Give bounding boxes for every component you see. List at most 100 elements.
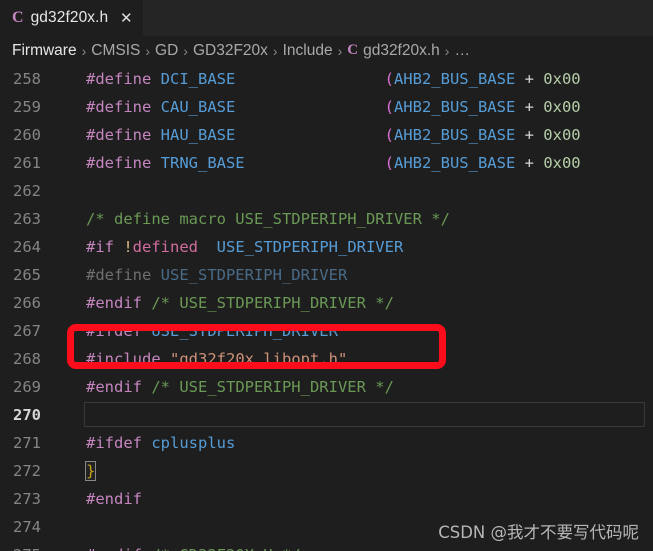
code-line[interactable]: 270 xyxy=(0,401,653,429)
line-number: 267 xyxy=(13,322,41,340)
code-token: /* define macro USE_STDPERIPH_DRIVER */ xyxy=(86,210,450,228)
code-token: #define xyxy=(86,126,161,144)
code-token: #if xyxy=(86,238,124,256)
line-number: 266 xyxy=(13,294,41,312)
c-file-icon: C xyxy=(12,9,24,26)
line-content: #define USE_STDPERIPH_DRIVER xyxy=(86,261,347,289)
editor-tab-gd32f20x-h[interactable]: C gd32f20x.h ✕ xyxy=(0,0,144,36)
code-token: DCI_BASE xyxy=(160,70,236,88)
code-token: 0x00 xyxy=(543,98,581,116)
line-content: #endif xyxy=(86,485,142,513)
line-content: #ifdef USE_STDPERIPH_DRIVER xyxy=(86,317,338,345)
code-token: + xyxy=(515,154,544,172)
breadcrumb-item-include[interactable]: Include xyxy=(283,42,333,60)
c-file-icon: C xyxy=(347,42,359,58)
code-token: #define xyxy=(86,98,161,116)
line-number: 275 xyxy=(0,541,41,551)
line-content: /* define macro USE_STDPERIPH_DRIVER */ xyxy=(86,205,450,233)
line-number: 268 xyxy=(13,350,41,368)
code-line[interactable]: 269 #endif /* USE_STDPERIPH_DRIVER */ xyxy=(0,373,653,401)
line-number: 271 xyxy=(13,434,41,452)
code-line[interactable]: 259 #define CAU_BASE (AHB2_BUS_BASE + 0x0… xyxy=(0,93,653,121)
line-content: #ifdef cplusplus xyxy=(86,429,235,457)
code-token: #endif xyxy=(86,378,152,396)
line-content: #endif /* USE_STDPERIPH_DRIVER */ xyxy=(86,373,394,401)
line-content: #define HAU_BASE (AHB2_BUS_BASE + 0x00 xyxy=(86,121,581,149)
code-token: AHB2_BUS_BASE xyxy=(393,98,516,116)
code-line[interactable]: 272} xyxy=(0,457,653,485)
breadcrumb-item-firmware[interactable]: Firmware xyxy=(12,42,77,60)
code-line[interactable]: 275 #endif /* GD32F20X_H */ xyxy=(0,541,653,551)
code-token: 0x00 xyxy=(543,70,581,88)
line-content: #include "gd32f20x_libopt.h" xyxy=(86,345,347,373)
line-number: 269 xyxy=(13,378,41,396)
line-content: #endif /* GD32F20X_H */ xyxy=(86,541,301,551)
code-line[interactable]: 264 #if !defined USE_STDPERIPH_DRIVER xyxy=(0,233,653,261)
line-number: 259 xyxy=(13,98,41,116)
breadcrumb-item-gd[interactable]: GD xyxy=(155,42,178,60)
code-line[interactable]: 271 #ifdef cplusplus xyxy=(0,429,653,457)
code-token: #ifdef xyxy=(86,322,152,340)
breadcrumb-item-cmsis[interactable]: CMSIS xyxy=(91,42,140,60)
code-token: #endif xyxy=(86,490,142,508)
code-token: + xyxy=(515,126,544,144)
code-line[interactable]: 265 #define USE_STDPERIPH_DRIVER xyxy=(0,261,653,289)
code-token: ( xyxy=(384,126,394,144)
breadcrumb-item-file[interactable]: gd32f20x.h xyxy=(363,42,440,60)
line-number: 263 xyxy=(13,210,41,228)
line-number: 258 xyxy=(13,70,41,88)
chevron-right-icon: › xyxy=(337,42,343,59)
code-token: ( xyxy=(384,98,394,116)
code-line[interactable]: 273 #endif xyxy=(0,485,653,513)
code-token: defined xyxy=(132,238,198,256)
code-token: #define xyxy=(86,266,161,284)
code-token: cplusplus xyxy=(151,434,236,452)
editor-tab-bar: C gd32f20x.h ✕ xyxy=(0,0,653,36)
line-content: #define DCI_BASE (AHB2_BUS_BASE + 0x00 xyxy=(86,65,581,93)
code-token: AHB2_BUS_BASE xyxy=(393,154,516,172)
vscode-editor-window: C gd32f20x.h ✕ Firmware › CMSIS › GD › G… xyxy=(0,0,653,551)
code-token: #ifdef xyxy=(86,434,152,452)
close-icon[interactable]: ✕ xyxy=(119,11,133,26)
code-line[interactable]: 258 #define DCI_BASE (AHB2_BUS_BASE + 0x0… xyxy=(0,65,653,93)
line-content: } xyxy=(84,457,97,485)
code-token: ( xyxy=(384,70,394,88)
line-number: 272 xyxy=(13,462,41,480)
code-token: USE_STDPERIPH_DRIVER xyxy=(151,322,338,340)
code-line[interactable]: 267 #ifdef USE_STDPERIPH_DRIVER xyxy=(0,317,653,345)
chevron-right-icon: › xyxy=(145,42,151,59)
line-number: 261 xyxy=(13,154,41,172)
code-token: USE_STDPERIPH_DRIVER xyxy=(216,238,404,256)
code-token: "gd32f20x_libopt.h" xyxy=(170,350,348,368)
code-token: + xyxy=(515,98,544,116)
code-line[interactable]: 274 xyxy=(0,513,653,541)
chevron-right-icon: › xyxy=(444,42,450,59)
code-line[interactable]: 268 #include "gd32f20x_libopt.h" xyxy=(0,345,653,373)
code-line[interactable]: 262 xyxy=(0,177,653,205)
breadcrumb-item-gd32f20x[interactable]: GD32F20x xyxy=(193,42,268,60)
line-number: 274 xyxy=(13,518,41,536)
code-token: #include xyxy=(86,350,170,368)
code-line[interactable]: 261 #define TRNG_BASE (AHB2_BUS_BASE + 0x… xyxy=(0,149,653,177)
code-line[interactable]: 263 /* define macro USE_STDPERIPH_DRIVER … xyxy=(0,205,653,233)
code-token: /* GD32F20X_H */ xyxy=(151,546,300,551)
breadcrumb-overflow-ellipsis[interactable]: … xyxy=(454,42,470,60)
code-token: #endif xyxy=(86,546,151,551)
line-number: 273 xyxy=(13,490,41,508)
line-number: 262 xyxy=(13,182,41,200)
current-line-highlight xyxy=(84,402,645,427)
code-token: + xyxy=(515,70,544,88)
code-token: ( xyxy=(384,154,394,172)
code-token: #endif xyxy=(86,294,152,312)
code-line[interactable]: 266 #endif /* USE_STDPERIPH_DRIVER */ xyxy=(0,289,653,317)
code-editor[interactable]: 258 #define DCI_BASE (AHB2_BUS_BASE + 0x0… xyxy=(0,65,653,551)
line-number: 260 xyxy=(13,126,41,144)
line-content: #endif /* USE_STDPERIPH_DRIVER */ xyxy=(86,289,394,317)
code-line[interactable]: 260 #define HAU_BASE (AHB2_BUS_BASE + 0x0… xyxy=(0,121,653,149)
chevron-right-icon: › xyxy=(183,42,188,59)
chevron-right-icon: › xyxy=(272,42,278,59)
